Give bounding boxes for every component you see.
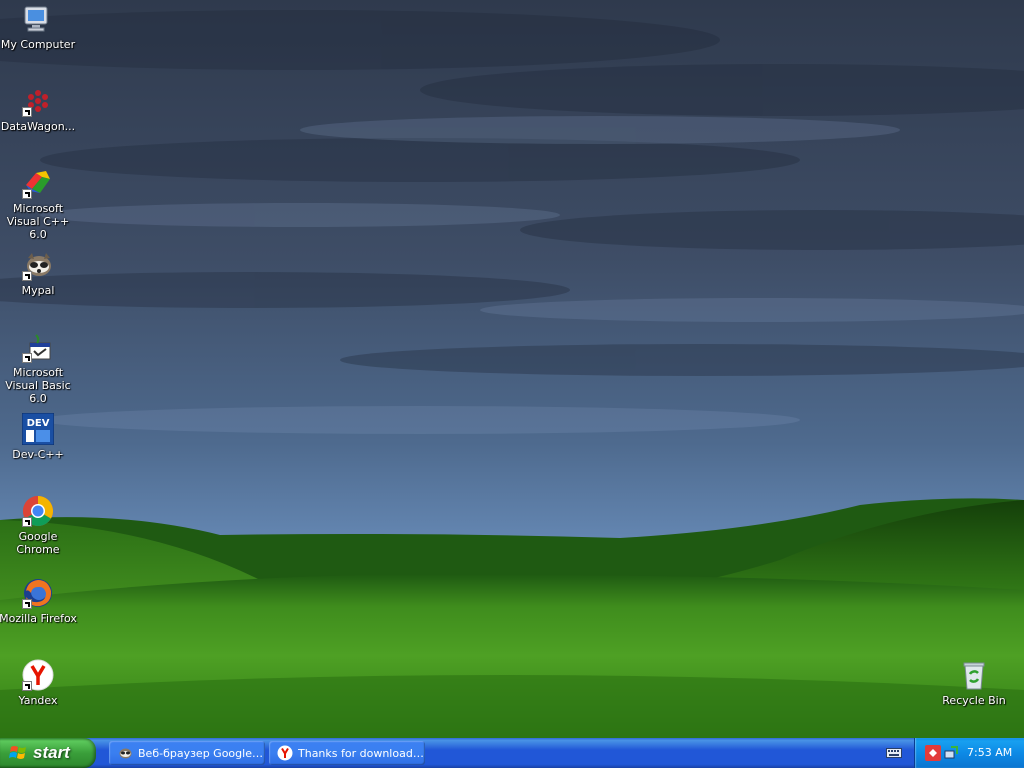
mypal-icon xyxy=(119,748,132,759)
shortcut-arrow-icon xyxy=(22,517,32,527)
desktop-icon-chrome[interactable]: Google Chrome xyxy=(0,495,78,556)
recycle-bin-icon xyxy=(958,659,990,691)
desktop-icon-label: Microsoft Visual Basic 6.0 xyxy=(5,366,71,405)
desktop-icon-visual-cpp[interactable]: Microsoft Visual C++ 6.0 xyxy=(0,167,78,241)
start-label: start xyxy=(33,743,70,762)
shortcut-arrow-icon xyxy=(22,681,32,691)
taskbar: start Веб-браузер Google ... Thanks for … xyxy=(0,738,1024,768)
desktop-icon-devcpp[interactable]: DEV Dev-C++ xyxy=(0,413,78,461)
desktop-icon-label: Yandex xyxy=(18,694,58,707)
desktop-icon-recycle-bin[interactable]: Recycle Bin xyxy=(934,659,1014,707)
network-icon[interactable] xyxy=(943,745,959,761)
taskbar-button-yandex[interactable]: Thanks for downloadi... xyxy=(269,741,425,765)
desktop-icon-label: Dev-C++ xyxy=(12,448,64,461)
desktop-icon-label: Mozilla Firefox xyxy=(0,612,77,625)
windows-logo-icon xyxy=(9,746,26,759)
security-alert-icon[interactable] xyxy=(925,745,941,761)
visual-cpp-icon xyxy=(22,167,54,199)
datawagon-icon xyxy=(22,85,54,117)
firefox-icon xyxy=(22,577,54,609)
chrome-icon xyxy=(22,495,54,527)
taskbar-button-mypal[interactable]: Веб-браузер Google ... xyxy=(109,741,265,765)
taskbar-button-label: Веб-браузер Google ... xyxy=(138,746,265,760)
devcpp-icon: DEV xyxy=(22,413,54,445)
desktop-icon-label: My Computer xyxy=(0,38,76,51)
start-button[interactable]: start xyxy=(0,738,96,768)
shortcut-arrow-icon xyxy=(22,599,32,609)
desktop-icon-label: Microsoft Visual C++ 6.0 xyxy=(6,202,70,241)
keyboard-icon[interactable] xyxy=(886,746,902,760)
shortcut-arrow-icon xyxy=(22,353,32,363)
taskbar-button-label: Thanks for downloadi... xyxy=(298,746,425,760)
shortcut-arrow-icon xyxy=(22,271,32,281)
clock[interactable]: 7:53 AM xyxy=(967,746,1012,759)
desktop-icon-visual-basic[interactable]: Microsoft Visual Basic 6.0 xyxy=(0,331,78,405)
desktop-icon-datawagon[interactable]: DataWagon... xyxy=(0,85,78,133)
my-computer-icon xyxy=(22,3,54,35)
desktop-icon-label: Recycle Bin xyxy=(942,694,1006,707)
desktop-icon-firefox[interactable]: Mozilla Firefox xyxy=(0,577,78,625)
mypal-icon xyxy=(22,249,54,281)
yandex-icon xyxy=(22,659,54,691)
visual-basic-icon xyxy=(22,331,54,363)
desktop-icon-yandex[interactable]: Yandex xyxy=(0,659,78,707)
system-tray: 7:53 AM xyxy=(914,738,1024,768)
desktop-icon-label: Mypal xyxy=(21,284,55,297)
yandex-icon xyxy=(277,745,293,761)
svg-text:DEV: DEV xyxy=(27,418,50,429)
desktop-icon-label: DataWagon... xyxy=(0,120,76,133)
desktop-icon-my-computer[interactable]: My Computer xyxy=(0,3,78,51)
desktop-icon-label: Google Chrome xyxy=(16,530,60,556)
desktop-wallpaper xyxy=(0,0,1024,738)
shortcut-arrow-icon xyxy=(22,189,32,199)
desktop-icon-mypal[interactable]: Mypal xyxy=(0,249,78,297)
shortcut-arrow-icon xyxy=(22,107,32,117)
